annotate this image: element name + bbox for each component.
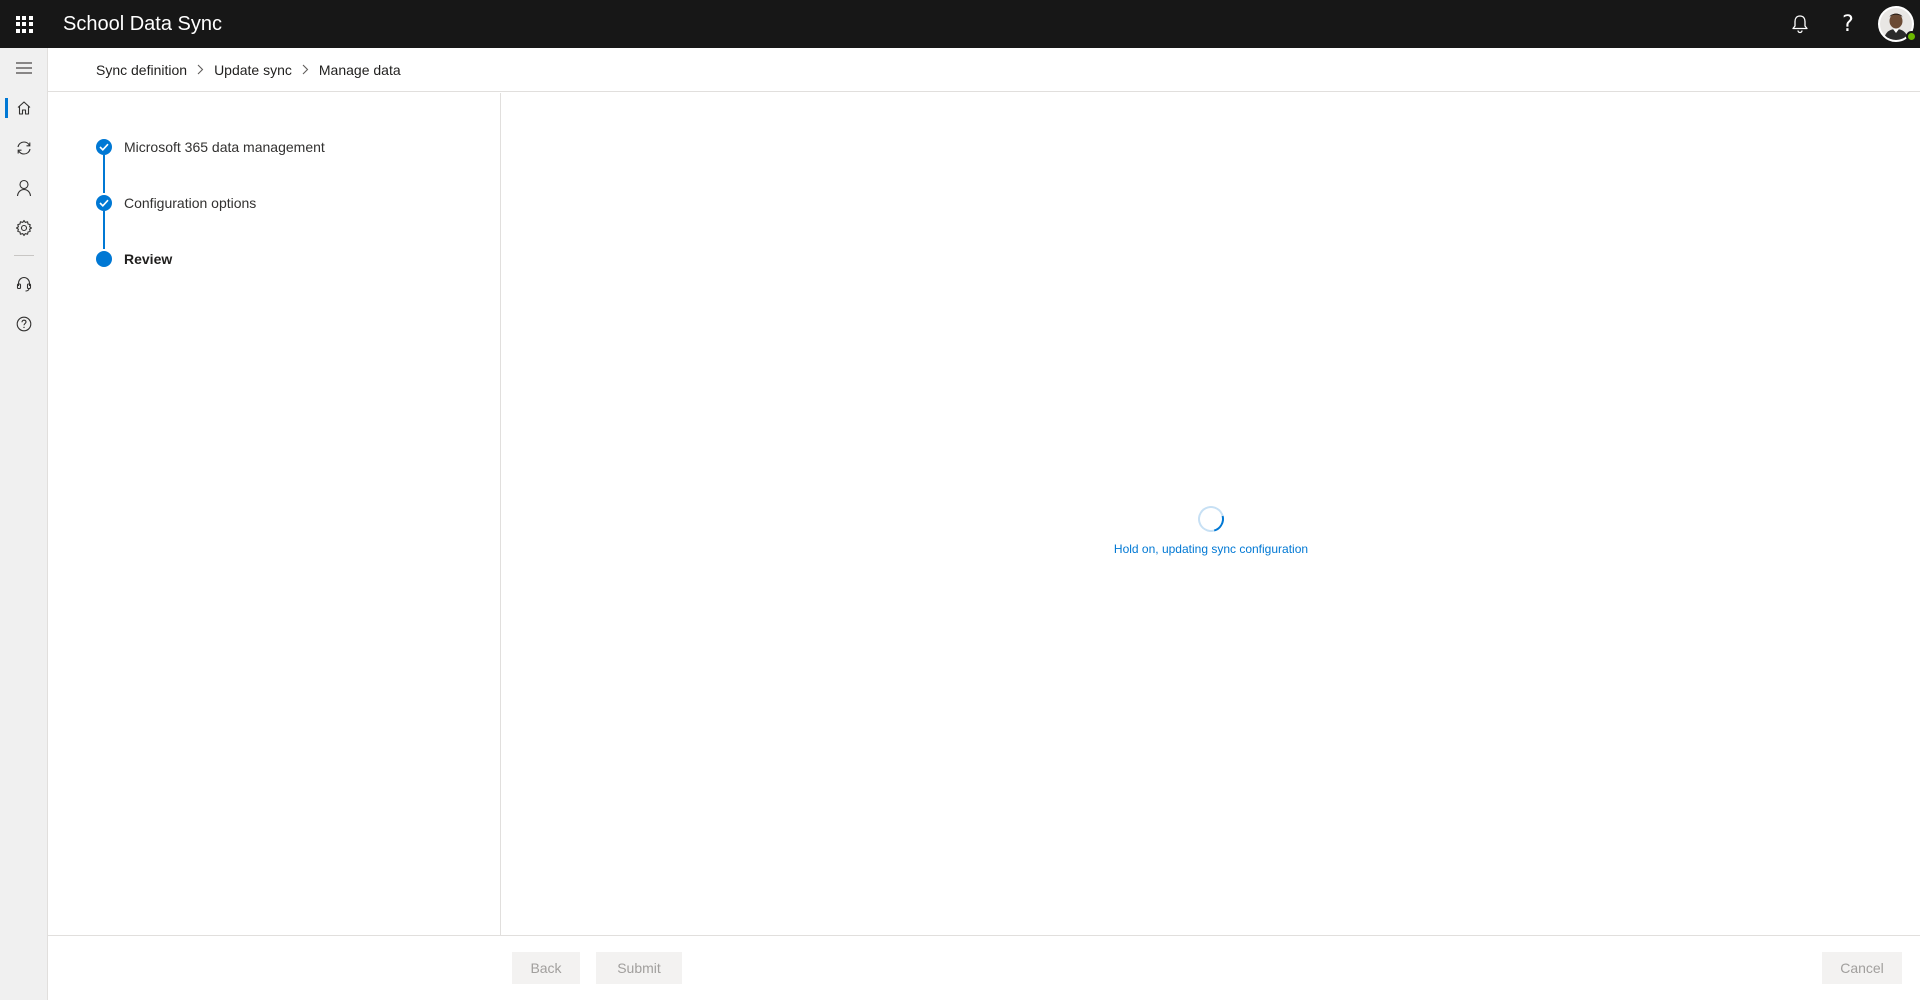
help-icon[interactable]: ? [1824, 0, 1872, 48]
chevron-right-icon [197, 64, 204, 75]
top-bar: School Data Sync ? [0, 0, 1920, 48]
main-content: Hold on, updating sync configuration [502, 93, 1920, 935]
home-icon[interactable] [0, 88, 48, 128]
loading-spinner-icon [1193, 501, 1229, 537]
cancel-button[interactable]: Cancel [1822, 952, 1902, 984]
step-review[interactable]: Review [96, 247, 172, 271]
current-step-icon [96, 251, 112, 267]
checkmark-icon [96, 139, 112, 155]
step-configuration-options[interactable]: Configuration options [96, 191, 256, 215]
step-connector [103, 155, 105, 193]
step-label: Microsoft 365 data management [124, 139, 325, 155]
headset-icon[interactable] [0, 264, 48, 304]
breadcrumb-item-sync-definition[interactable]: Sync definition [96, 62, 187, 78]
chevron-right-icon [302, 64, 309, 75]
back-button[interactable]: Back [512, 952, 580, 984]
gear-icon[interactable] [0, 208, 48, 248]
help-circle-icon[interactable] [0, 304, 48, 344]
breadcrumb-item-update-sync[interactable]: Update sync [214, 62, 292, 78]
avatar[interactable] [1872, 0, 1920, 48]
menu-icon[interactable] [0, 48, 48, 88]
checkmark-icon [96, 195, 112, 211]
breadcrumb-item-manage-data[interactable]: Manage data [319, 62, 401, 78]
step-connector [103, 211, 105, 249]
presence-indicator [1906, 31, 1917, 42]
breadcrumb: Sync definition Update sync Manage data [48, 48, 1920, 92]
step-label: Configuration options [124, 195, 257, 211]
waffle-icon[interactable] [0, 0, 48, 48]
submit-button[interactable]: Submit [596, 952, 682, 984]
sync-icon[interactable] [0, 128, 48, 168]
step-m365-data-management[interactable]: Microsoft 365 data management [96, 135, 325, 159]
footer-actions: Back Submit Cancel [48, 935, 1920, 1000]
left-rail [0, 48, 48, 1000]
wizard-steps: Microsoft 365 data management Configurat… [48, 93, 501, 935]
step-label: Review [124, 251, 173, 267]
person-icon[interactable] [0, 168, 48, 208]
rail-divider [14, 255, 34, 256]
app-title: School Data Sync [63, 12, 222, 35]
loading-message: Hold on, updating sync configuration [1113, 542, 1309, 556]
bell-icon[interactable] [1776, 0, 1824, 48]
